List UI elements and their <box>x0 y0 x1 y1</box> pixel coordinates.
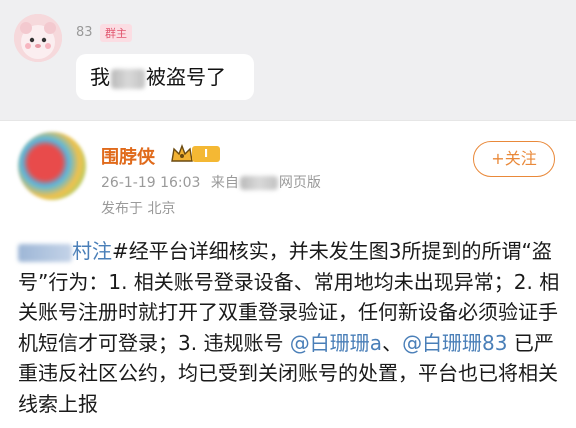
post-source-suffix: 网页版 <box>278 175 321 191</box>
group-owner-badge: 群主 <box>100 24 132 42</box>
message-prefix: 我 <box>90 65 110 89</box>
blurred-hashtag[interactable] <box>18 243 72 262</box>
mention-link-2[interactable]: @白珊珊83 <box>402 331 507 355</box>
sender-avatar[interactable] <box>14 14 62 62</box>
mention-link-1[interactable]: @白珊珊a <box>290 331 382 355</box>
post-body: 村注#经平台详细核实，并未发生图3所提到的所谓“盗号”行为：1. 相关账号登录设… <box>18 236 563 419</box>
author-avatar[interactable] <box>18 132 86 200</box>
message-bubble[interactable]: 我 被盗号了 <box>76 54 254 100</box>
follow-button[interactable]: +关注 <box>473 141 555 177</box>
crown-icon <box>171 144 193 162</box>
hamster-avatar-icon <box>14 14 62 62</box>
mention-separator: 、 <box>382 330 403 355</box>
chat-message-area: 83 群主 我 被盗号了 <box>0 0 576 120</box>
post-location: 发布于 北京 <box>101 201 176 217</box>
blurred-text <box>111 68 145 89</box>
post-source-prefix: 来自 <box>210 175 239 191</box>
sender-name[interactable]: 83 <box>76 25 93 40</box>
hashtag-tail[interactable]: 村注 <box>72 239 112 263</box>
message-suffix: 被盗号了 <box>146 65 226 89</box>
post-meta: 26-1-19 16:03 来自 网页版 <box>101 172 321 192</box>
author-name[interactable]: 围脖侠 <box>101 143 155 169</box>
section-divider <box>0 120 576 121</box>
post-timestamp: 26-1-19 16:03 <box>101 175 201 191</box>
user-level-badge: I <box>192 146 220 162</box>
blurred-text <box>239 176 278 190</box>
